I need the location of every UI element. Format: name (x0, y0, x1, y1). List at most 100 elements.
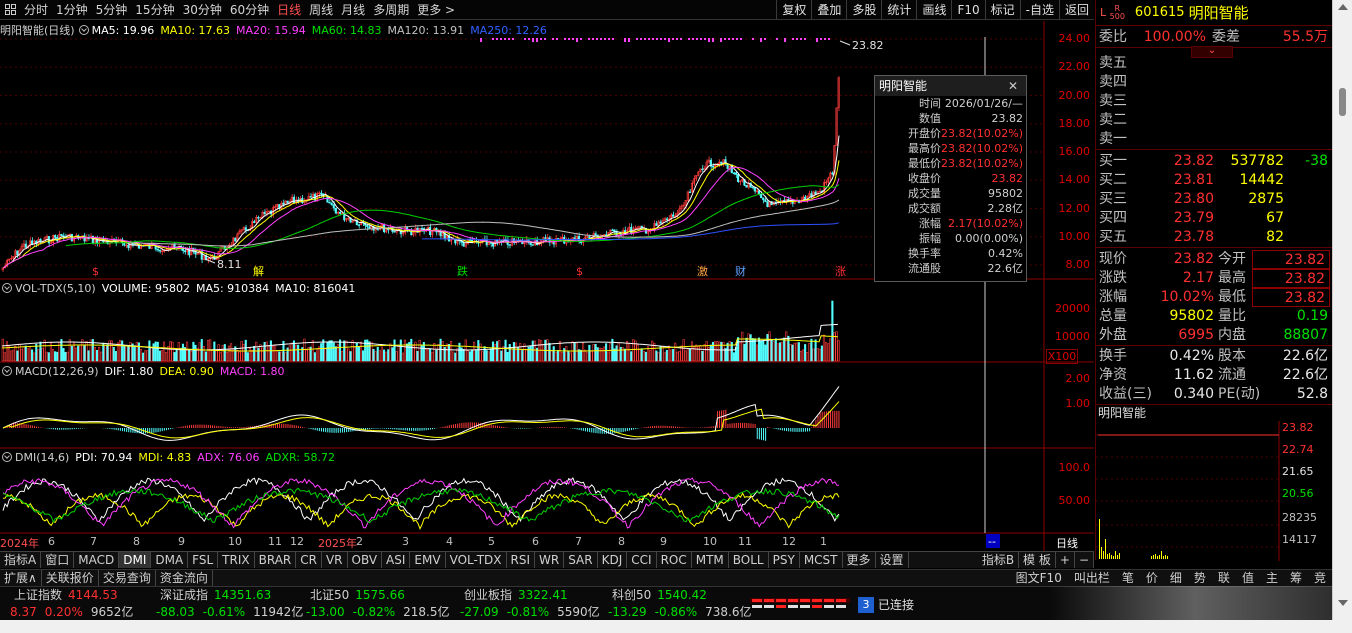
period-tab[interactable]: 更多 > (413, 0, 459, 20)
indicator-tab[interactable]: MACD (74, 552, 120, 568)
toolbar-button[interactable]: 统计 (881, 0, 916, 20)
indicator-menu-icon[interactable] (78, 25, 89, 35)
market-index[interactable]: 北证50 1575.66 -13.00 -0.82% 218.5亿 (306, 587, 458, 621)
indicator-tab-right[interactable]: + (1056, 552, 1075, 568)
top-mark (824, 38, 826, 40)
toolbar-button[interactable]: F10 (951, 0, 984, 20)
market-index[interactable]: 创业板指 3322.41 -27.09 -0.81% 5590亿 (460, 587, 608, 621)
event-mark[interactable]: $ (92, 265, 99, 278)
indicator-tab[interactable]: KDJ (598, 552, 628, 568)
event-mark[interactable]: 涨 (835, 265, 846, 278)
event-mark[interactable]: 跌 (457, 264, 468, 278)
event-mark[interactable]: 财 (735, 264, 746, 278)
connection-status[interactable]: 3 已连接 (858, 596, 914, 613)
period-tab[interactable]: 日线 (273, 0, 305, 20)
period-tab[interactable]: 分时 (20, 0, 52, 20)
indicator-tab[interactable]: BOLL (729, 552, 769, 568)
indicator-tab[interactable]: WR (535, 552, 565, 568)
indicator-tab[interactable]: VOL-TDX (446, 552, 507, 568)
volume-bar (412, 345, 415, 362)
buy-order-row: 买四 23.79 67 (1096, 209, 1332, 228)
function-tab[interactable]: 关联报价 (42, 570, 99, 586)
event-mark[interactable]: 解 (253, 264, 264, 278)
function-tab[interactable]: 扩展∧ (0, 570, 42, 586)
function-tab-right[interactable]: 筹 (1284, 570, 1308, 586)
indicator-tab[interactable]: 更多 (843, 552, 876, 568)
function-tab-right[interactable]: 图文F10 (1010, 570, 1068, 586)
period-tab[interactable]: 月线 (337, 0, 369, 20)
period-tab[interactable]: 1分钟 (52, 0, 92, 20)
indicator-tab[interactable]: DMI (119, 552, 152, 568)
function-tab-right[interactable]: 价 (1140, 570, 1164, 586)
event-mark[interactable]: 激 (697, 264, 708, 278)
event-mark[interactable]: $ (576, 265, 583, 278)
toolbar-button[interactable]: 叠加 (811, 0, 846, 20)
indicator-tab[interactable]: OBV (348, 552, 383, 568)
function-tab-right[interactable]: 叫出栏 (1068, 570, 1116, 586)
data-tooltip-window: 明阳智能 ✕ 时间 2026/01/26/— 数值 23.82 开盘价 23.82(10.… (874, 75, 1027, 282)
intraday-mini-chart[interactable]: 23.82 22.74 21.65 20.56 28235 14117 (1096, 421, 1332, 561)
toolbar-button[interactable]: -自选 (1019, 0, 1059, 20)
indicator-tab[interactable]: VR (322, 552, 348, 568)
volume-legend: VOLUME: 95802 MA5: 910384 MA10: 816041 (102, 282, 362, 295)
period-tab[interactable]: 5分钟 (92, 0, 132, 20)
indicator-tab[interactable]: PSY (769, 552, 800, 568)
market-index[interactable]: 科创50 1540.42 -13.29 -0.86% 738.6亿 (608, 587, 760, 621)
indicator-tab[interactable]: ROC (657, 552, 692, 568)
market-index[interactable]: 上证指数 4144.53 8.37 0.20% 9652亿 (10, 587, 141, 621)
indicator-tab[interactable]: FSL (188, 552, 219, 568)
scroll-up-icon[interactable] (1338, 4, 1348, 10)
grid-menu-icon[interactable] (0, 0, 20, 20)
stat-label: 外盘 (1099, 327, 1127, 343)
function-tab[interactable]: 资金流向 (156, 570, 213, 586)
toolbar-button[interactable]: 多股 (846, 0, 881, 20)
period-tab[interactable]: 30分钟 (179, 0, 226, 20)
macd-menu-icon[interactable] (2, 366, 12, 376)
indicator-tab-right[interactable]: − (1075, 552, 1094, 568)
market-index[interactable]: 深证成指 14351.63 -88.03 -0.61% 11942亿 (156, 587, 311, 621)
indicator-tab[interactable]: TRIX (218, 552, 255, 568)
indicator-tab[interactable]: 设置 (876, 552, 909, 568)
dmi-menu-icon[interactable] (2, 452, 12, 462)
toolbar-button[interactable]: 标记 (984, 0, 1020, 20)
index-name: 上证指数 (14, 588, 63, 602)
indicator-tab[interactable]: CCI (627, 552, 657, 568)
candle-body (24, 243, 27, 248)
function-tab[interactable]: 交易查询 (99, 570, 156, 586)
function-tab-right[interactable]: 笔 (1116, 570, 1140, 586)
toolbar-button[interactable]: 画线 (916, 0, 951, 20)
chevron-down-icon[interactable]: ⌄ (1191, 46, 1233, 58)
indicator-tab[interactable]: MCST (800, 552, 843, 568)
period-tab[interactable]: 多周期 (369, 0, 413, 20)
indicator-tab-right[interactable]: 模 板 (1019, 552, 1056, 568)
period-tab[interactable]: 60分钟 (226, 0, 273, 20)
period-tab[interactable]: 周线 (305, 0, 337, 20)
indicator-tab[interactable]: 窗口 (41, 552, 75, 568)
function-tab-right[interactable]: 值 (1236, 570, 1260, 586)
indicator-tab-right[interactable]: 指标B (978, 552, 1020, 568)
function-tab-right[interactable]: 主 (1260, 570, 1284, 586)
close-icon[interactable]: ✕ (1008, 76, 1022, 96)
scroll-down-icon[interactable] (1338, 600, 1348, 606)
period-tab[interactable]: 15分钟 (131, 0, 178, 20)
indicator-tab[interactable]: SAR (564, 552, 598, 568)
function-tab-right[interactable]: 势 (1188, 570, 1212, 586)
window-scrollbar[interactable] (1332, 0, 1352, 633)
function-tab-right[interactable]: 细 (1164, 570, 1188, 586)
scroll-thumb[interactable] (1339, 88, 1346, 116)
volume-bar (297, 344, 300, 362)
toolbar-button[interactable]: 返回 (1058, 0, 1094, 20)
toolbar-button[interactable]: 复权 (776, 0, 811, 20)
volume-menu-icon[interactable] (2, 283, 12, 293)
function-tab-right[interactable]: 竞 (1308, 570, 1332, 586)
kline-chart-area[interactable]: 23.82 8.11 $ 解 跌 $ 激 财 涨 明阳智能(日线) MA5: 19.96 MA10… (0, 21, 1094, 551)
indicator-tab[interactable]: EMV (410, 552, 446, 568)
indicator-tab[interactable]: MTM (692, 552, 729, 568)
indicator-tab[interactable]: BRAR (255, 552, 297, 568)
indicator-tab[interactable]: DMA (151, 552, 189, 568)
indicator-tab[interactable]: 指标A (0, 552, 42, 568)
indicator-tab[interactable]: CR (296, 552, 322, 568)
function-tab-right[interactable]: 联 (1212, 570, 1236, 586)
indicator-tab[interactable]: ASI (382, 552, 411, 568)
indicator-tab[interactable]: RSI (507, 552, 536, 568)
